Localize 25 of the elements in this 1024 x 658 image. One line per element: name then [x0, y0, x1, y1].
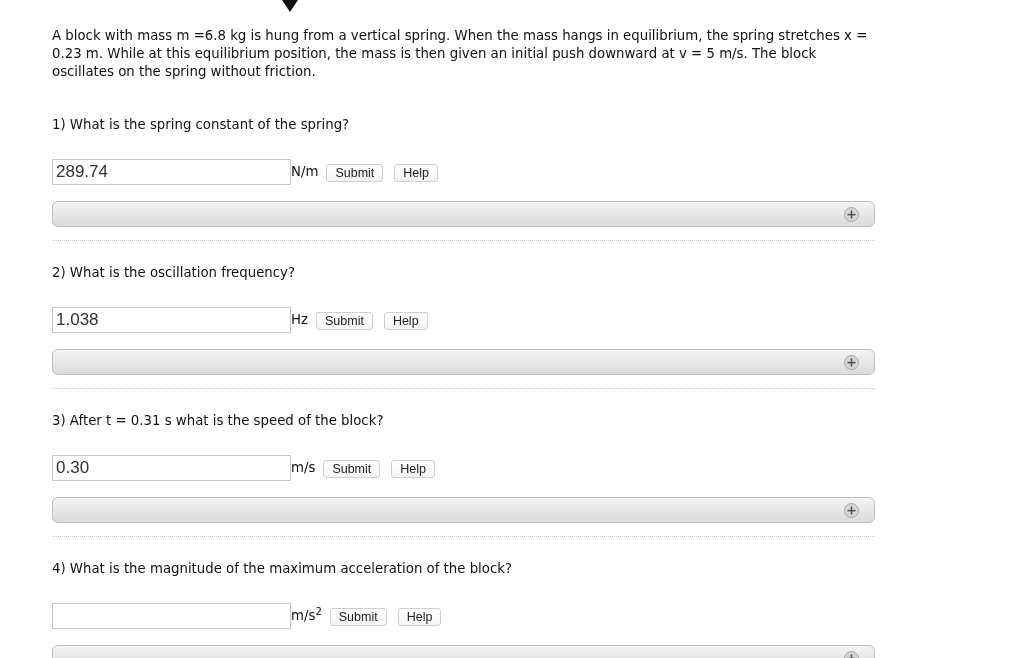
question-text: 2) What is the oscillation frequency? — [52, 264, 296, 282]
answer-field[interactable]: 1.038 — [52, 307, 291, 333]
submit-button[interactable]: Submit — [329, 608, 387, 626]
triangle-icon — [282, 0, 298, 12]
help-button[interactable]: Help — [394, 164, 438, 182]
answer-field[interactable] — [52, 603, 291, 629]
question-text: 4) What is the magnitude of the maximum acceleration of the block? — [52, 560, 513, 578]
unit-label: m/s$^{2}$ — [291, 604, 322, 625]
answer-field[interactable]: 0.30 — [52, 455, 291, 481]
question-text: 1) What is the spring constant of the spring? — [52, 116, 351, 134]
submit-button[interactable]: Submit — [323, 460, 381, 478]
unit-label: Hz — [291, 311, 308, 329]
submit-button[interactable]: Submit — [326, 164, 384, 182]
unit-label: N/m — [291, 163, 319, 181]
problem-text: A block with mass m =6.8 kg is hung from a vertical spring. When the mass hangs in equilibrium, the spring stretches x = 0.23 m. While at this equilibrium position, the mass is then given an initial push downward at v = 5 m/s. The block oscillates on the spring without friction. — [52, 27, 869, 81]
question-text: 3) After t = 0.31 s what is the speed of the block? — [52, 412, 385, 430]
help-button[interactable]: Help — [391, 460, 435, 478]
help-button[interactable]: Help — [397, 608, 442, 626]
plus-icon[interactable] — [844, 502, 859, 518]
submit-button[interactable]: Submit — [316, 312, 373, 330]
help-button[interactable]: Help — [383, 312, 428, 330]
plus-icon[interactable] — [844, 206, 859, 222]
unit-label: m/s — [291, 459, 316, 477]
plus-icon[interactable] — [844, 354, 859, 370]
answer-field[interactable]: 289.74 — [52, 159, 291, 185]
